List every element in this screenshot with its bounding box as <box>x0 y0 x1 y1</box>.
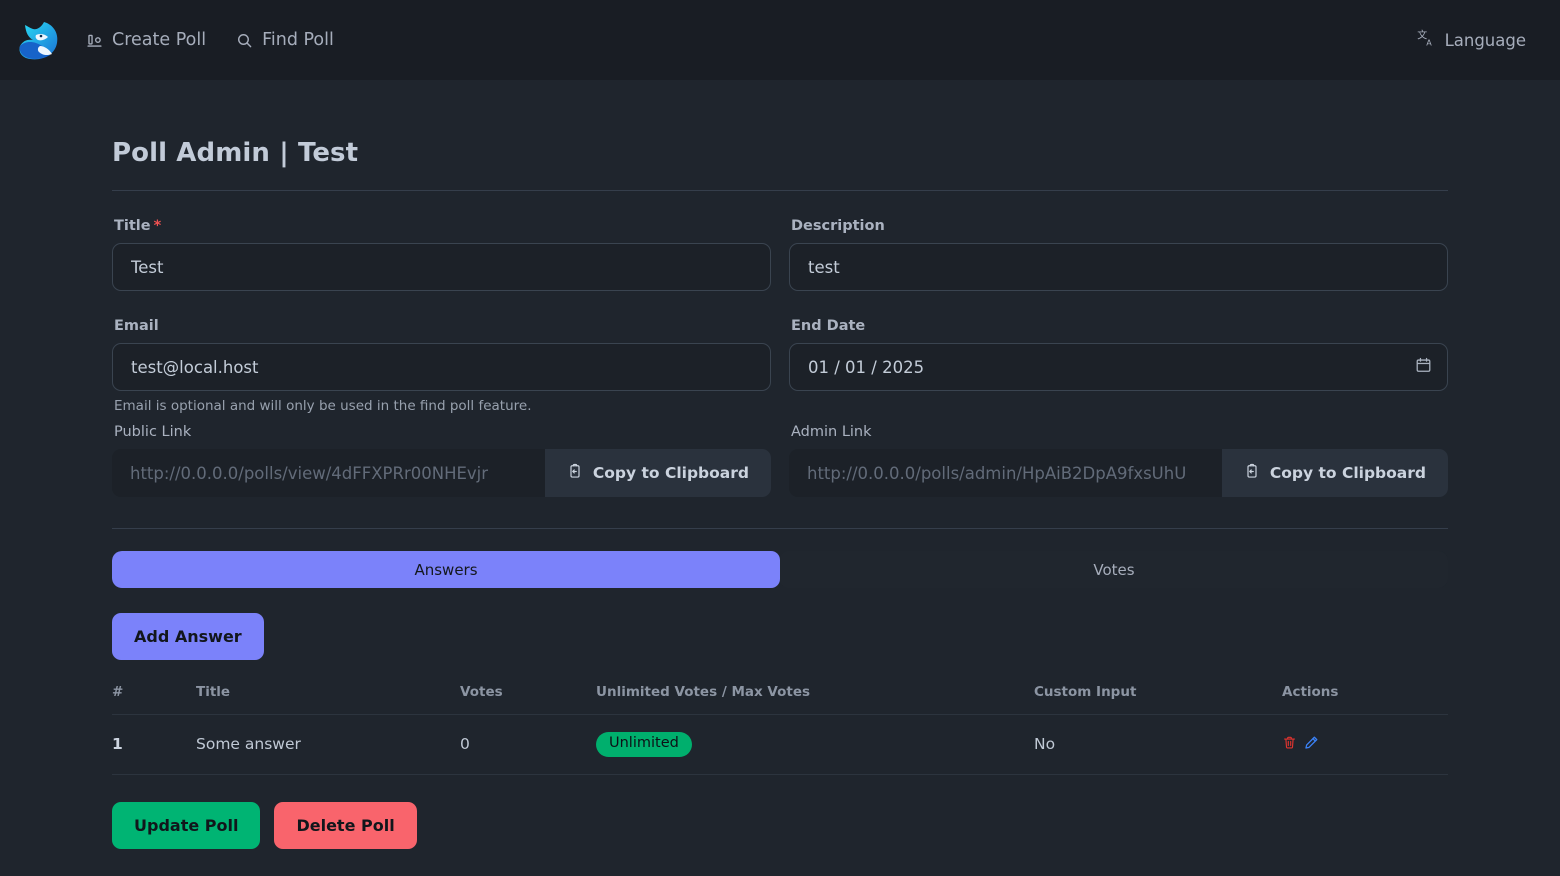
email-input[interactable] <box>112 343 771 391</box>
trash-icon <box>1282 735 1297 753</box>
field-description-label: Description <box>791 218 885 234</box>
admin-link-label: Admin Link <box>791 424 872 440</box>
nav-link-create-poll[interactable]: Create Poll <box>84 24 208 56</box>
tab-answers-label: Answers <box>414 560 478 579</box>
col-header-title: Title <box>196 676 460 715</box>
nav-link-find-poll-label: Find Poll <box>262 30 334 50</box>
language-button[interactable]: 文 A Language <box>1407 21 1536 60</box>
table-header-row: # Title Votes Unlimited Votes / Max Vote… <box>112 676 1448 715</box>
form-row-title-description: Title* Description <box>112 191 1448 291</box>
links-row: Public Link Copy to Clipboard <box>112 411 1448 497</box>
admin-link-copy-button[interactable]: Copy to Clipboard <box>1221 449 1448 497</box>
translate-icon: 文 A <box>1417 28 1436 52</box>
search-icon <box>236 32 253 49</box>
cell-index: 1 <box>112 714 196 775</box>
form-row-email-enddate: Email Email is optional and will only be… <box>112 318 1448 414</box>
nav-links: Create Poll Find Poll <box>84 24 336 56</box>
cell-actions <box>1282 714 1448 775</box>
row-actions <box>1282 735 1448 754</box>
cell-custom-input: No <box>1034 714 1282 775</box>
col-header-unlimited: Unlimited Votes / Max Votes <box>596 676 1034 715</box>
field-admin-link: Admin Link Copy to Clipboard <box>789 424 1448 497</box>
nav-link-find-poll[interactable]: Find Poll <box>234 24 336 56</box>
add-answer-button[interactable]: Add Answer <box>112 613 264 660</box>
end-date-input[interactable] <box>789 343 1448 391</box>
footer-buttons: Update Poll Delete Poll <box>112 775 1448 849</box>
email-helper-text: Email is optional and will only be used … <box>114 398 532 414</box>
field-title-label-text: Title <box>114 218 151 234</box>
page-body: Poll Admin | Test Title* Description Ema… <box>0 80 1560 849</box>
tab-votes-label: Votes <box>1093 560 1135 579</box>
tabs-divider <box>112 528 1448 529</box>
end-date-helper-spacer <box>789 391 1448 411</box>
clipboard-icon <box>567 463 583 483</box>
field-end-date-label: End Date <box>791 318 866 334</box>
answers-table: # Title Votes Unlimited Votes / Max Vote… <box>112 676 1448 775</box>
clipboard-icon <box>1244 463 1260 483</box>
end-date-wrapper <box>789 343 1448 391</box>
field-end-date: End Date <box>789 318 1448 411</box>
navbar: Create Poll Find Poll 文 A Language <box>0 0 1560 80</box>
public-link-group: Copy to Clipboard <box>112 449 771 497</box>
public-link-copy-label: Copy to Clipboard <box>592 464 749 482</box>
page-title: Poll Admin | Test <box>112 138 359 168</box>
tabs-section: Answers Votes <box>112 497 1448 588</box>
fox-logo[interactable] <box>14 15 64 65</box>
status-badge: Unlimited <box>596 732 692 757</box>
field-title-label: Title * <box>112 218 771 243</box>
update-poll-button[interactable]: Update Poll <box>112 801 261 849</box>
poll-bar-icon <box>86 32 103 49</box>
delete-answer-button[interactable] <box>1282 735 1297 753</box>
admin-link-copy-label: Copy to Clipboard <box>1269 464 1426 482</box>
admin-link-group: Copy to Clipboard <box>789 449 1448 497</box>
col-header-custom-input: Custom Input <box>1034 676 1282 715</box>
tab-votes[interactable]: Votes <box>780 551 1448 588</box>
required-asterisk: * <box>153 218 162 234</box>
field-email: Email Email is optional and will only be… <box>112 318 771 414</box>
col-header-index: # <box>112 676 196 715</box>
field-email-label: Email <box>114 318 159 334</box>
answers-table-body: 1 Some answer 0 Unlimited No <box>112 714 1448 775</box>
col-header-votes: Votes <box>460 676 596 715</box>
tab-answers[interactable]: Answers <box>112 551 780 588</box>
description-input[interactable] <box>789 243 1448 291</box>
title-input[interactable] <box>112 243 771 291</box>
public-link-input[interactable] <box>112 449 545 497</box>
form-row-gap <box>112 291 1448 318</box>
col-header-actions: Actions <box>1282 676 1448 715</box>
cell-votes: 0 <box>460 714 596 775</box>
edit-answer-button[interactable] <box>1303 735 1319 754</box>
admin-link-input[interactable] <box>789 449 1222 497</box>
content-container: Poll Admin | Test Title* Description Ema… <box>112 80 1448 849</box>
public-link-label: Public Link <box>114 424 192 440</box>
calendar-icon[interactable] <box>1415 357 1432 378</box>
cell-title: Some answer <box>196 714 460 775</box>
cell-unlimited: Unlimited <box>596 714 1034 775</box>
field-public-link: Public Link Copy to Clipboard <box>112 424 771 497</box>
tab-bar: Answers Votes <box>112 551 1448 588</box>
public-link-copy-button[interactable]: Copy to Clipboard <box>544 449 771 497</box>
table-row: 1 Some answer 0 Unlimited No <box>112 714 1448 775</box>
svg-text:A: A <box>1426 38 1432 47</box>
field-description: Description <box>789 218 1448 291</box>
delete-poll-button[interactable]: Delete Poll <box>274 801 417 849</box>
pencil-icon <box>1303 735 1319 754</box>
language-button-label: Language <box>1444 30 1526 50</box>
nav-link-create-poll-label: Create Poll <box>112 30 207 50</box>
answers-table-head: # Title Votes Unlimited Votes / Max Vote… <box>112 676 1448 715</box>
field-title: Title * <box>112 218 771 291</box>
